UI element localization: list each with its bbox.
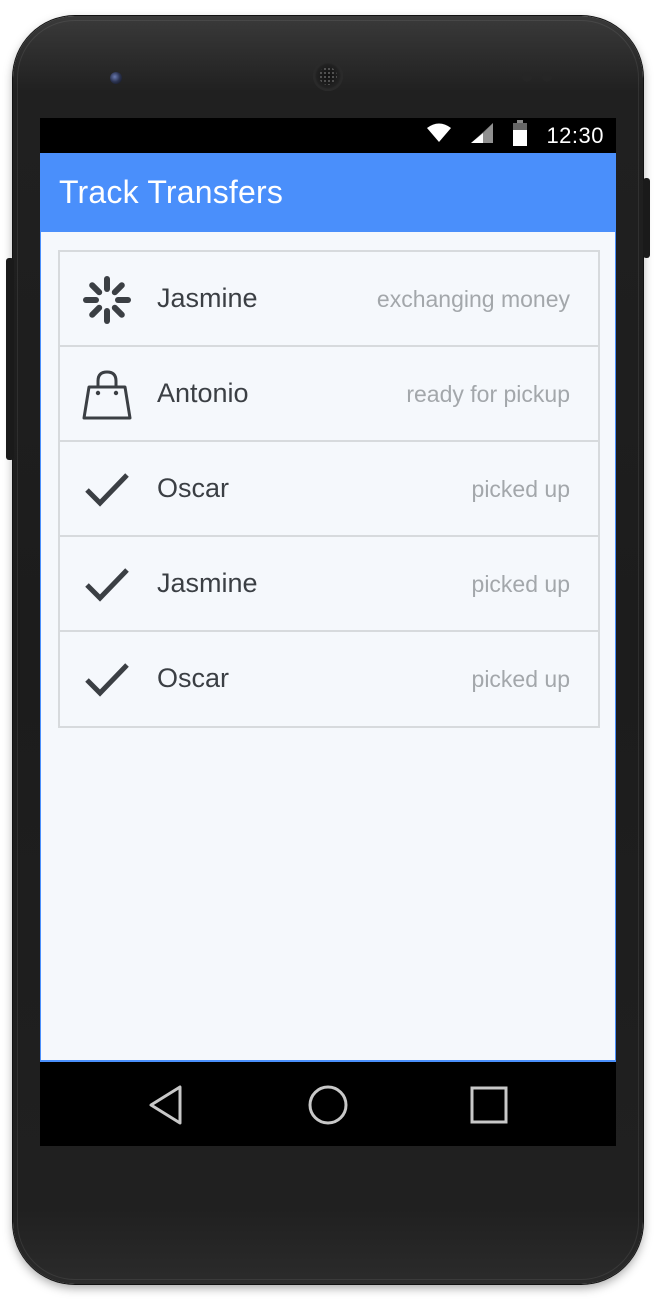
transfer-recipient: Oscar <box>157 473 230 503</box>
transfer-row[interactable]: Oscar picked up <box>60 442 598 537</box>
checkmark-icon <box>82 655 132 705</box>
recent-apps-icon[interactable] <box>466 1082 512 1128</box>
transfer-recipient: Antonio <box>157 378 249 408</box>
proximity-sensor <box>522 72 532 82</box>
transfer-status: picked up <box>471 666 570 692</box>
device-screen: 12:30 Track Transfers Jasmine exchanging… <box>40 118 616 1146</box>
transfer-row[interactable]: Jasmine picked up <box>60 537 598 632</box>
earpiece-speaker <box>313 61 343 91</box>
transfer-status: ready for pickup <box>406 381 570 407</box>
status-bar: 12:30 <box>40 118 616 153</box>
status-icons: 12:30 <box>426 118 604 153</box>
page-title: Track Transfers <box>59 174 284 210</box>
transfer-recipient: Oscar <box>157 663 230 693</box>
light-sensor <box>542 72 552 82</box>
navigation-bar <box>40 1064 616 1146</box>
transfer-status: picked up <box>471 476 570 502</box>
transfer-status: exchanging money <box>376 286 570 312</box>
battery-icon <box>512 120 528 151</box>
status-time: 12:30 <box>546 122 604 148</box>
transfer-row[interactable]: Jasmine exchanging money <box>60 252 598 347</box>
app-bar: Track Transfers <box>40 153 616 232</box>
transfer-recipient: Jasmine <box>157 568 258 598</box>
loading-spinner-icon <box>82 275 132 325</box>
power-button <box>643 178 650 258</box>
transfer-recipient: Jasmine <box>157 283 258 313</box>
transfer-row[interactable]: Antonio ready for pickup <box>60 347 598 442</box>
transfer-row[interactable]: Oscar picked up <box>60 632 598 726</box>
signal-icon <box>470 122 494 149</box>
transfer-status: picked up <box>471 571 570 597</box>
checkmark-icon <box>82 465 132 515</box>
front-camera <box>110 72 122 84</box>
wifi-icon <box>426 123 452 148</box>
back-icon[interactable] <box>144 1082 190 1128</box>
checkmark-icon <box>82 560 132 610</box>
home-icon[interactable] <box>305 1082 351 1128</box>
shopping-bag-icon <box>82 370 132 420</box>
transfer-list: Jasmine exchanging money Antonio ready f… <box>58 250 600 728</box>
volume-button <box>6 258 14 460</box>
main-content: Jasmine exchanging money Antonio ready f… <box>40 232 616 1062</box>
